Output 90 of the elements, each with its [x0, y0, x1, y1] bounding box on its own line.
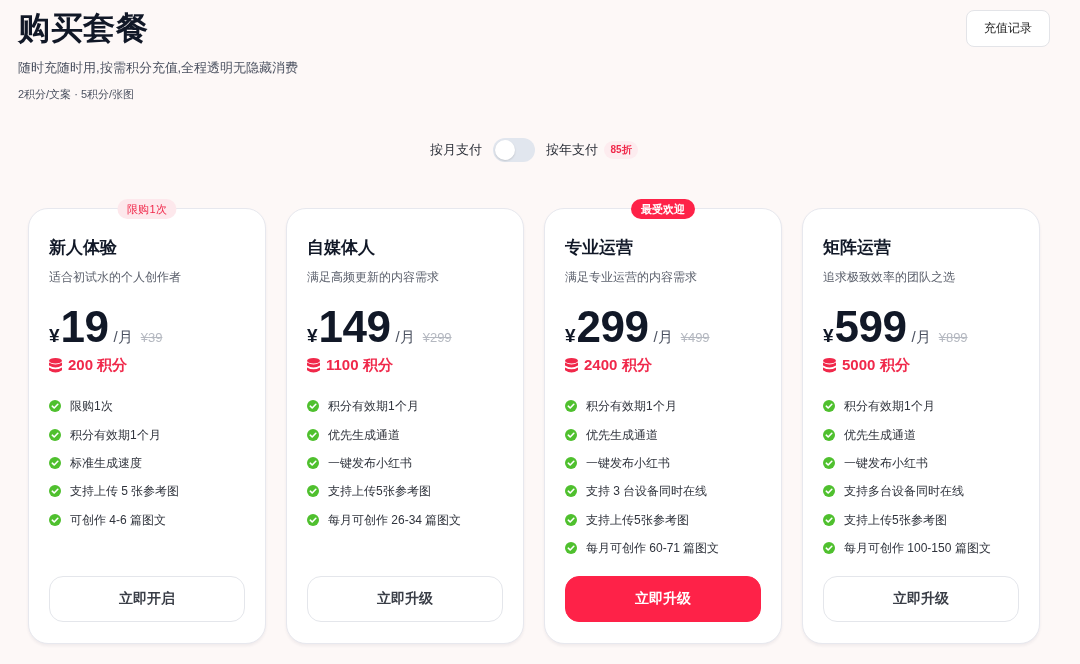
check-circle-icon: [307, 485, 319, 498]
plan-button[interactable]: 立即升级: [307, 576, 503, 622]
check-circle-icon: [823, 485, 835, 498]
page-subtitle: 随时充随时用,按需积分充值,全程透明无隐藏消费: [18, 59, 299, 77]
feature-text: 标准生成速度: [70, 454, 142, 471]
price-period: /月: [911, 328, 931, 347]
plan-name: 矩阵运营: [823, 237, 892, 259]
check-circle-icon: [49, 400, 61, 413]
points-rates-text: 2积分/文案 · 5积分/张图: [18, 87, 136, 102]
plan-button[interactable]: 立即开启: [49, 576, 245, 622]
check-circle-icon: [565, 400, 577, 413]
plan-points: 5000 积分: [842, 355, 910, 375]
check-circle-icon: [307, 513, 319, 526]
price-period: /月: [113, 328, 133, 347]
plan-price: 299: [576, 302, 649, 352]
feature-text: 支持上传5张参考图: [586, 511, 689, 528]
original-price: ¥39: [140, 330, 163, 345]
feature-text: 每月可创作 100-150 篇图文: [844, 540, 991, 557]
feature-text: 积分有效期1个月: [844, 398, 935, 415]
feature-text: 一键发布小红书: [586, 454, 670, 471]
check-circle-icon: [823, 456, 835, 469]
feature-text: 优先生成通道: [328, 426, 400, 443]
original-price: ¥299: [422, 330, 452, 345]
check-circle-icon: [823, 542, 835, 555]
plan-price: 599: [834, 302, 907, 352]
feature-text: 支持上传 5 张参考图: [70, 483, 180, 500]
upgrade-button[interactable]: 立即升级: [565, 576, 761, 622]
feature-text: 一键发布小红书: [844, 454, 928, 471]
check-circle-icon: [49, 456, 61, 469]
feature-text: 支持多台设备同时在线: [844, 483, 964, 500]
database-icon: [565, 357, 578, 373]
plan-name: 自媒体人: [307, 237, 376, 259]
plan-description: 适合初试水的个人创作者: [49, 269, 182, 286]
feature-text: 支持上传5张参考图: [844, 511, 947, 528]
feature-text: 一键发布小红书: [328, 454, 412, 471]
database-icon: [823, 357, 836, 373]
feature-text: 积分有效期1个月: [328, 398, 419, 415]
check-circle-icon: [49, 428, 61, 441]
plan-badge: 最受欢迎: [631, 199, 695, 219]
feature-text: 积分有效期1个月: [586, 398, 677, 415]
original-price: ¥499: [680, 330, 710, 345]
check-circle-icon: [823, 400, 835, 413]
feature-text: 支持上传5张参考图: [328, 483, 431, 500]
check-circle-icon: [823, 513, 835, 526]
plan-name: 新人体验: [49, 237, 118, 259]
page-title: 购买套餐: [18, 9, 149, 48]
check-circle-icon: [565, 428, 577, 441]
feature-text: 积分有效期1个月: [70, 426, 161, 443]
plan-description: 追求极致效率的团队之选: [823, 269, 956, 286]
check-circle-icon: [307, 400, 319, 413]
currency-symbol: ¥: [823, 325, 834, 347]
feature-text: 每月可创作 26-34 篇图文: [328, 511, 462, 528]
discount-tag: 85折: [604, 141, 638, 159]
feature-text: 每月可创作 60-71 篇图文: [586, 540, 720, 557]
check-circle-icon: [49, 485, 61, 498]
check-circle-icon: [565, 456, 577, 469]
billing-toggle[interactable]: [493, 138, 536, 162]
feature-text: 可创作 4-6 篇图文: [70, 511, 166, 528]
plan-price: 19: [60, 302, 109, 352]
plan-price: 149: [318, 302, 391, 352]
check-circle-icon: [565, 542, 577, 555]
check-circle-icon: [565, 513, 577, 526]
monthly-label: 按月支付: [430, 141, 483, 159]
price-period: /月: [653, 328, 673, 347]
feature-text: 支持 3 台设备同时在线: [586, 483, 708, 500]
price-period: /月: [395, 328, 415, 347]
currency-symbol: ¥: [565, 325, 576, 347]
currency-symbol: ¥: [49, 325, 60, 347]
check-circle-icon: [307, 428, 319, 441]
plan-badge: 限购1次: [117, 199, 177, 219]
feature-text: 限购1次: [70, 398, 113, 415]
plan-points: 2400 积分: [584, 355, 652, 375]
check-circle-icon: [307, 456, 319, 469]
feature-text: 优先生成通道: [844, 426, 916, 443]
feature-text: 优先生成通道: [586, 426, 658, 443]
database-icon: [49, 357, 62, 373]
plan-points: 1100 积分: [326, 355, 393, 375]
plan-description: 满足高频更新的内容需求: [307, 269, 440, 286]
check-circle-icon: [823, 428, 835, 441]
original-price: ¥899: [938, 330, 968, 345]
check-circle-icon: [49, 513, 61, 526]
check-circle-icon: [565, 485, 577, 498]
currency-symbol: ¥: [307, 325, 318, 347]
plan-button[interactable]: 立即升级: [823, 576, 1019, 622]
yearly-label: 按年支付: [546, 141, 599, 159]
recharge-history-button[interactable]: 充值记录: [966, 10, 1050, 47]
database-icon: [307, 357, 320, 373]
plan-points: 200 积分: [68, 355, 128, 375]
plan-name: 专业运营: [565, 237, 634, 259]
plan-description: 满足专业运营的内容需求: [565, 269, 698, 286]
